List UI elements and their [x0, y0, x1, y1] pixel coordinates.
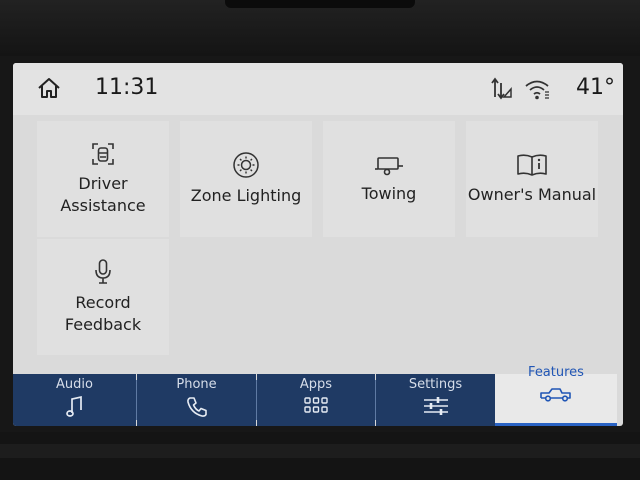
outside-temperature: 41° [576, 75, 615, 100]
bezel-notch [225, 0, 415, 8]
tile-label: Owner's Manual [467, 185, 597, 204]
nav-label: Phone [176, 377, 217, 392]
home-icon[interactable] [36, 76, 62, 100]
nav-label: Settings [408, 377, 463, 392]
towing-tile[interactable]: Towing [323, 121, 455, 237]
active-tab-indicator [495, 423, 617, 426]
apps-grid-icon [304, 397, 328, 413]
driver-assistance-tile[interactable]: Driver Assistance [37, 121, 169, 237]
nav-apps[interactable]: Apps [257, 374, 375, 426]
wifi-icon [525, 80, 549, 100]
microphone-icon [95, 259, 111, 284]
record-feedback-tile[interactable]: Record Feedback [37, 239, 169, 355]
nav-phone[interactable]: Phone [137, 374, 256, 426]
data-transfer-icon [491, 77, 512, 100]
book-icon [517, 154, 547, 176]
tile-label: Towing [361, 184, 417, 203]
bezel-top [0, 0, 640, 56]
nav-features[interactable]: Features [495, 365, 617, 426]
infotainment-screen: 11:31 41° Driver Assistance Zone Lightin… [13, 63, 623, 426]
phone-icon [186, 397, 207, 417]
music-note-icon [65, 395, 82, 417]
zone-lighting-tile[interactable]: Zone Lighting [180, 121, 312, 237]
nav-settings[interactable]: Settings [376, 374, 495, 426]
tile-label: Driver Assistance [60, 174, 146, 215]
nav-label: Features [528, 365, 584, 380]
status-bar: 11:31 41° [13, 63, 623, 115]
sliders-icon [423, 397, 448, 415]
bezel-bottom [0, 432, 640, 480]
nav-label: Audio [56, 377, 93, 392]
tile-label: Zone Lighting [190, 186, 302, 205]
driver-assist-icon [92, 143, 114, 165]
truck-icon [540, 388, 571, 402]
nav-label: Apps [299, 377, 333, 392]
nav-audio[interactable]: Audio [13, 374, 136, 426]
zone-lighting-icon [233, 152, 259, 178]
trailer-icon [375, 157, 403, 176]
bottom-navigation: Audio Phone Apps Settings Features [13, 365, 623, 426]
tile-label: Record Feedback [64, 293, 142, 334]
owners-manual-tile[interactable]: Owner's Manual [466, 121, 598, 237]
clock-time: 11:31 [95, 75, 159, 100]
